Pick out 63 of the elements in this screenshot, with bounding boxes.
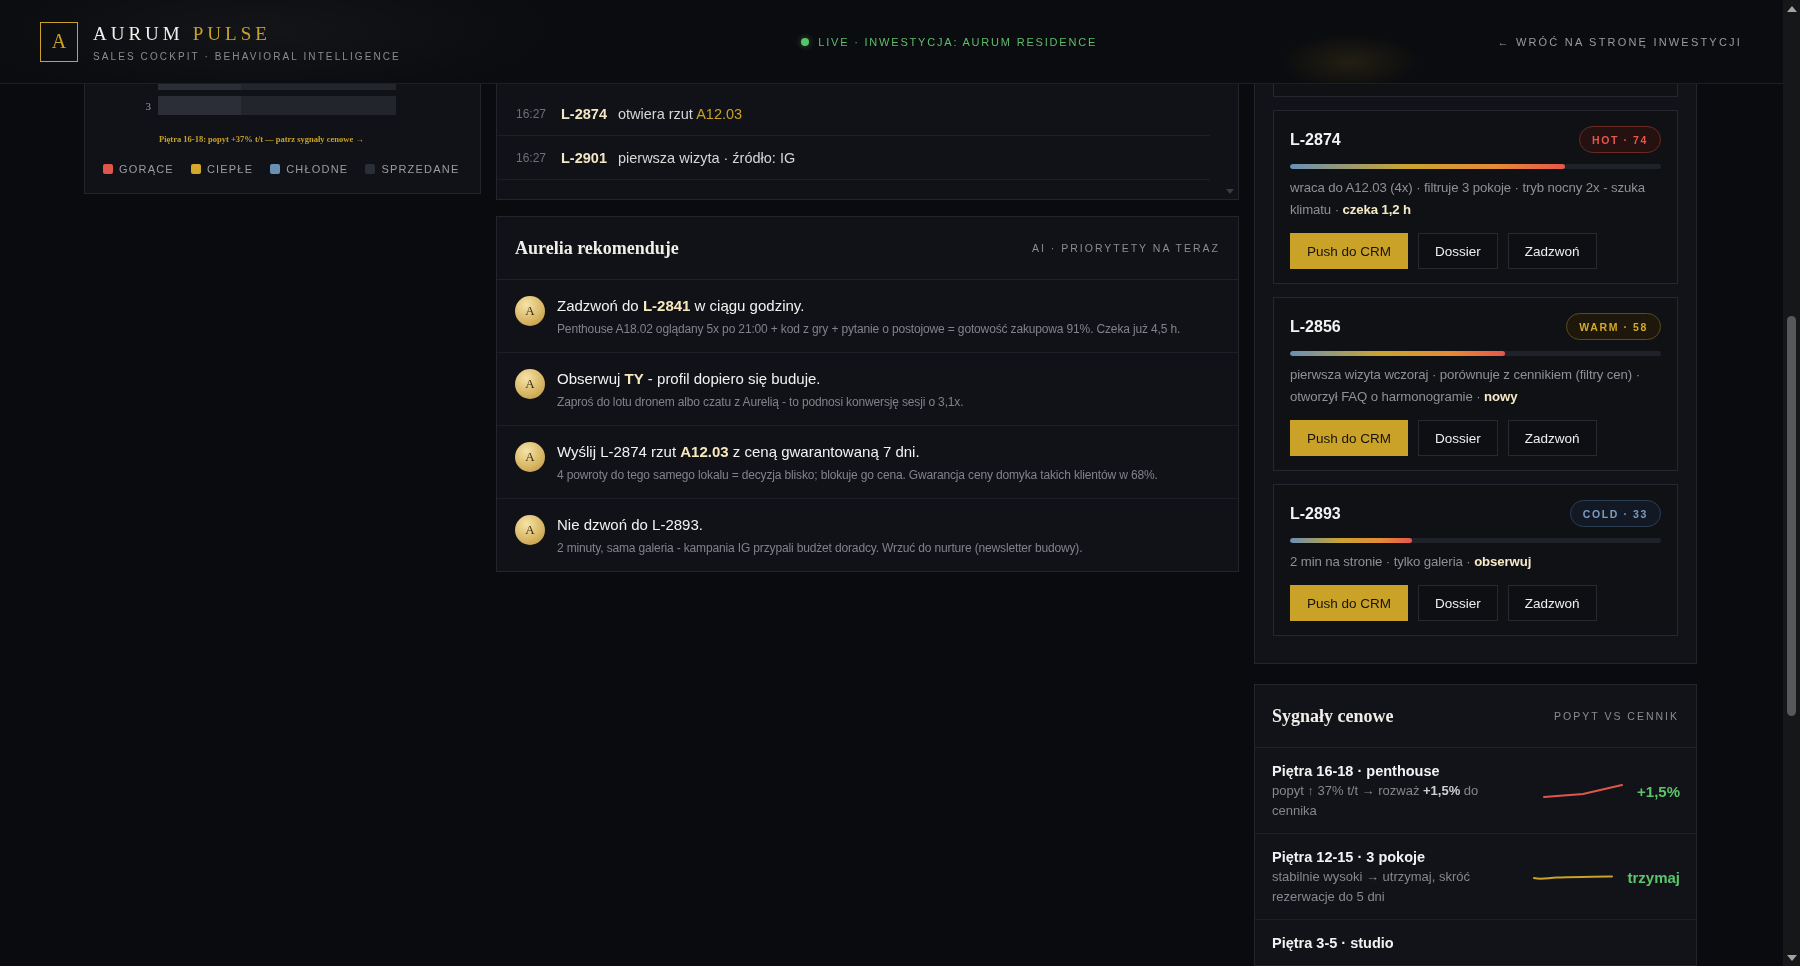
scrollbar-thumb[interactable] [1787,316,1796,716]
event-text: pierwsza wizyta · źródło: IG [617,149,796,166]
primary-action-button[interactable]: Push do CRM [1290,585,1409,621]
action-button[interactable]: Dossier [1418,233,1498,269]
signal-description: stabilnie wysoki → utrzymaj, skróć rezerwacje do 5 dni [1272,868,1471,906]
score-badge: WARM · 58 [1566,313,1661,340]
recommendation-detail: Zaproś do lotu dronem albo czatu z Aurelią - to podnosi konwersję sesji o 3,1x. [557,394,964,411]
action-button[interactable]: Zadzwoń [1507,233,1597,269]
score-badge: HOT · 74 [1579,126,1661,153]
tagline: SALES COCKPIT · BEHAVIORAL INTELLIGENCE [93,50,401,64]
recommendation-detail: Penthouse A18.02 oglądany 5x po 21:00 + kod z gry + pytanie o postojowe = gotowość zakupowa 91%. Czeka już 4,5 h. [557,321,1181,338]
recommendation-title: Nie dzwoń do L-2893. [557,515,704,535]
brand-accent: PULSE [192,23,271,45]
chart-note: Piętra 16-18: popyt +37% t/t — patrz sygnały cenowe → [159,134,365,144]
action-button[interactable]: Zadzwoń [1507,585,1597,621]
back-link[interactable]: ← WRÓĆ NA STRONĘ INWESTYCJI [1497,35,1742,48]
event-text: otwiera rzut A12.03 [617,105,743,122]
signal-value: +1,5% [1637,782,1680,800]
lead-description: 2 min na stronie · tylko galeria · obserwuj [1290,553,1533,571]
legend-label: GORĄCE [119,162,174,176]
lead-id: L-2856 [1290,317,1341,336]
scrollbar-track[interactable] [1783,0,1800,966]
lead-description: pierwsza wizyta wczoraj · porównuje z cennikiem (filtry cen) · otworzył FAQ o harmonogramie · nowy [1290,366,1641,406]
logo-mark: A [40,21,78,62]
panel-title: Sygnały cenowe [1272,705,1394,727]
lead-description: wraca do A12.03 (4x) · filtruje 3 pokoje · tryb nocny 2x - szuka klimatu · czeka 1,2 h [1290,179,1646,219]
panel-subtitle: POPYT VS CENNIK [1554,710,1679,722]
signal-title: Piętra 12-15 · 3 pokoje [1272,848,1427,867]
event-time: 16:27 [516,106,548,121]
primary-action-button[interactable]: Push do CRM [1290,420,1409,456]
event-time: 16:27 [516,150,548,165]
action-button[interactable]: Dossier [1418,420,1498,456]
action-button[interactable]: Zadzwoń [1507,420,1597,456]
lead-id: L-2893 [1290,504,1341,523]
signal-title: Piętra 16-18 · penthouse [1272,762,1441,781]
brand-name: AURUM [93,23,184,45]
lead-id: L-2874 [561,105,607,122]
floor-label: 3 [144,99,151,112]
signal-title: Piętra 3-5 · studio [1272,934,1395,953]
aurelia-avatar: A [515,296,545,326]
score-badge: COLD · 33 [1569,500,1661,527]
scroll-up-icon[interactable] [1786,6,1797,12]
legend-label: SPRZEDANE [381,162,460,176]
signal-description: popyt ↑ 37% t/t → rozważ +1,5% do cennika [1272,782,1480,820]
aurelia-avatar: A [515,369,545,399]
lead-id: L-2874 [1290,130,1341,149]
recommendation-title: Wyślij L-2874 rzut A12.03 z ceną gwarantowaną 7 dni. [557,442,921,462]
primary-action-button[interactable]: Push do CRM [1290,233,1409,269]
recommendation-title: Obserwuj TY - profil dopiero się buduje. [557,369,822,389]
action-button[interactable]: Dossier [1418,585,1498,621]
legend-label: CHŁODNE [286,162,349,176]
aurelia-avatar: A [515,515,545,545]
recommendation-detail: 4 powroty do tego samego lokalu = decyzja blisko; blokuje go cena. Gwarancja ceny domyka takich klientów w 68%. [557,467,1158,484]
panel-subtitle: AI · PRIORYTETY NA TERAZ [1031,242,1220,254]
recommendation-detail: 2 minuty, sama galeria - kampania IG przypali budżet doradcy. Wrzuć do nurture (newsletter budowy). [557,540,1083,557]
panel-title: Aurelia rekomenduje [515,237,679,259]
recommendation-title: Zadzwoń do L-2841 w ciągu godziny. [557,296,806,316]
signal-value: trzymaj [1627,868,1680,886]
aurelia-avatar: A [515,442,545,472]
legend-label: CIEPŁE [206,162,254,176]
scroll-down-icon[interactable] [1786,955,1797,961]
live-status-text: LIVE · INWESTYCJA: AURUM RESIDENCE [818,35,1098,48]
lead-id: L-2901 [561,149,607,166]
